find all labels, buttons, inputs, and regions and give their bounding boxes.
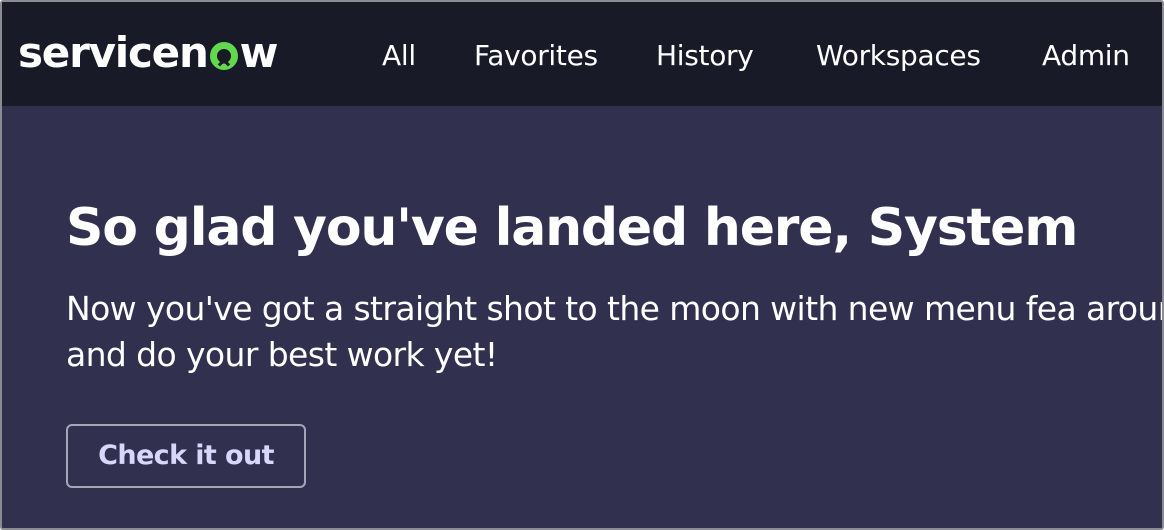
logo-text-start: servicen: [18, 28, 209, 77]
servicenow-logo[interactable]: servicen w: [18, 28, 279, 78]
nav-history[interactable]: History: [656, 38, 754, 74]
nav-all[interactable]: All: [382, 38, 416, 74]
welcome-subtitle: Now you've got a straight shot to the mo…: [66, 289, 1162, 374]
logo-text-end: w: [239, 28, 279, 77]
nav-workspaces[interactable]: Workspaces: [816, 38, 981, 74]
welcome-title: So glad you've landed here, System: [66, 198, 1078, 258]
servicenow-logo-icon: [209, 41, 239, 71]
nav-admin[interactable]: Admin: [1042, 38, 1130, 74]
welcome-banner: So glad you've landed here, System Now y…: [2, 106, 1162, 528]
app-window: servicen w All Favorites History Workspa…: [0, 0, 1164, 530]
top-navigation: servicen w All Favorites History Workspa…: [2, 2, 1162, 106]
check-it-out-button[interactable]: Check it out: [66, 424, 306, 488]
nav-favorites[interactable]: Favorites: [474, 38, 598, 74]
